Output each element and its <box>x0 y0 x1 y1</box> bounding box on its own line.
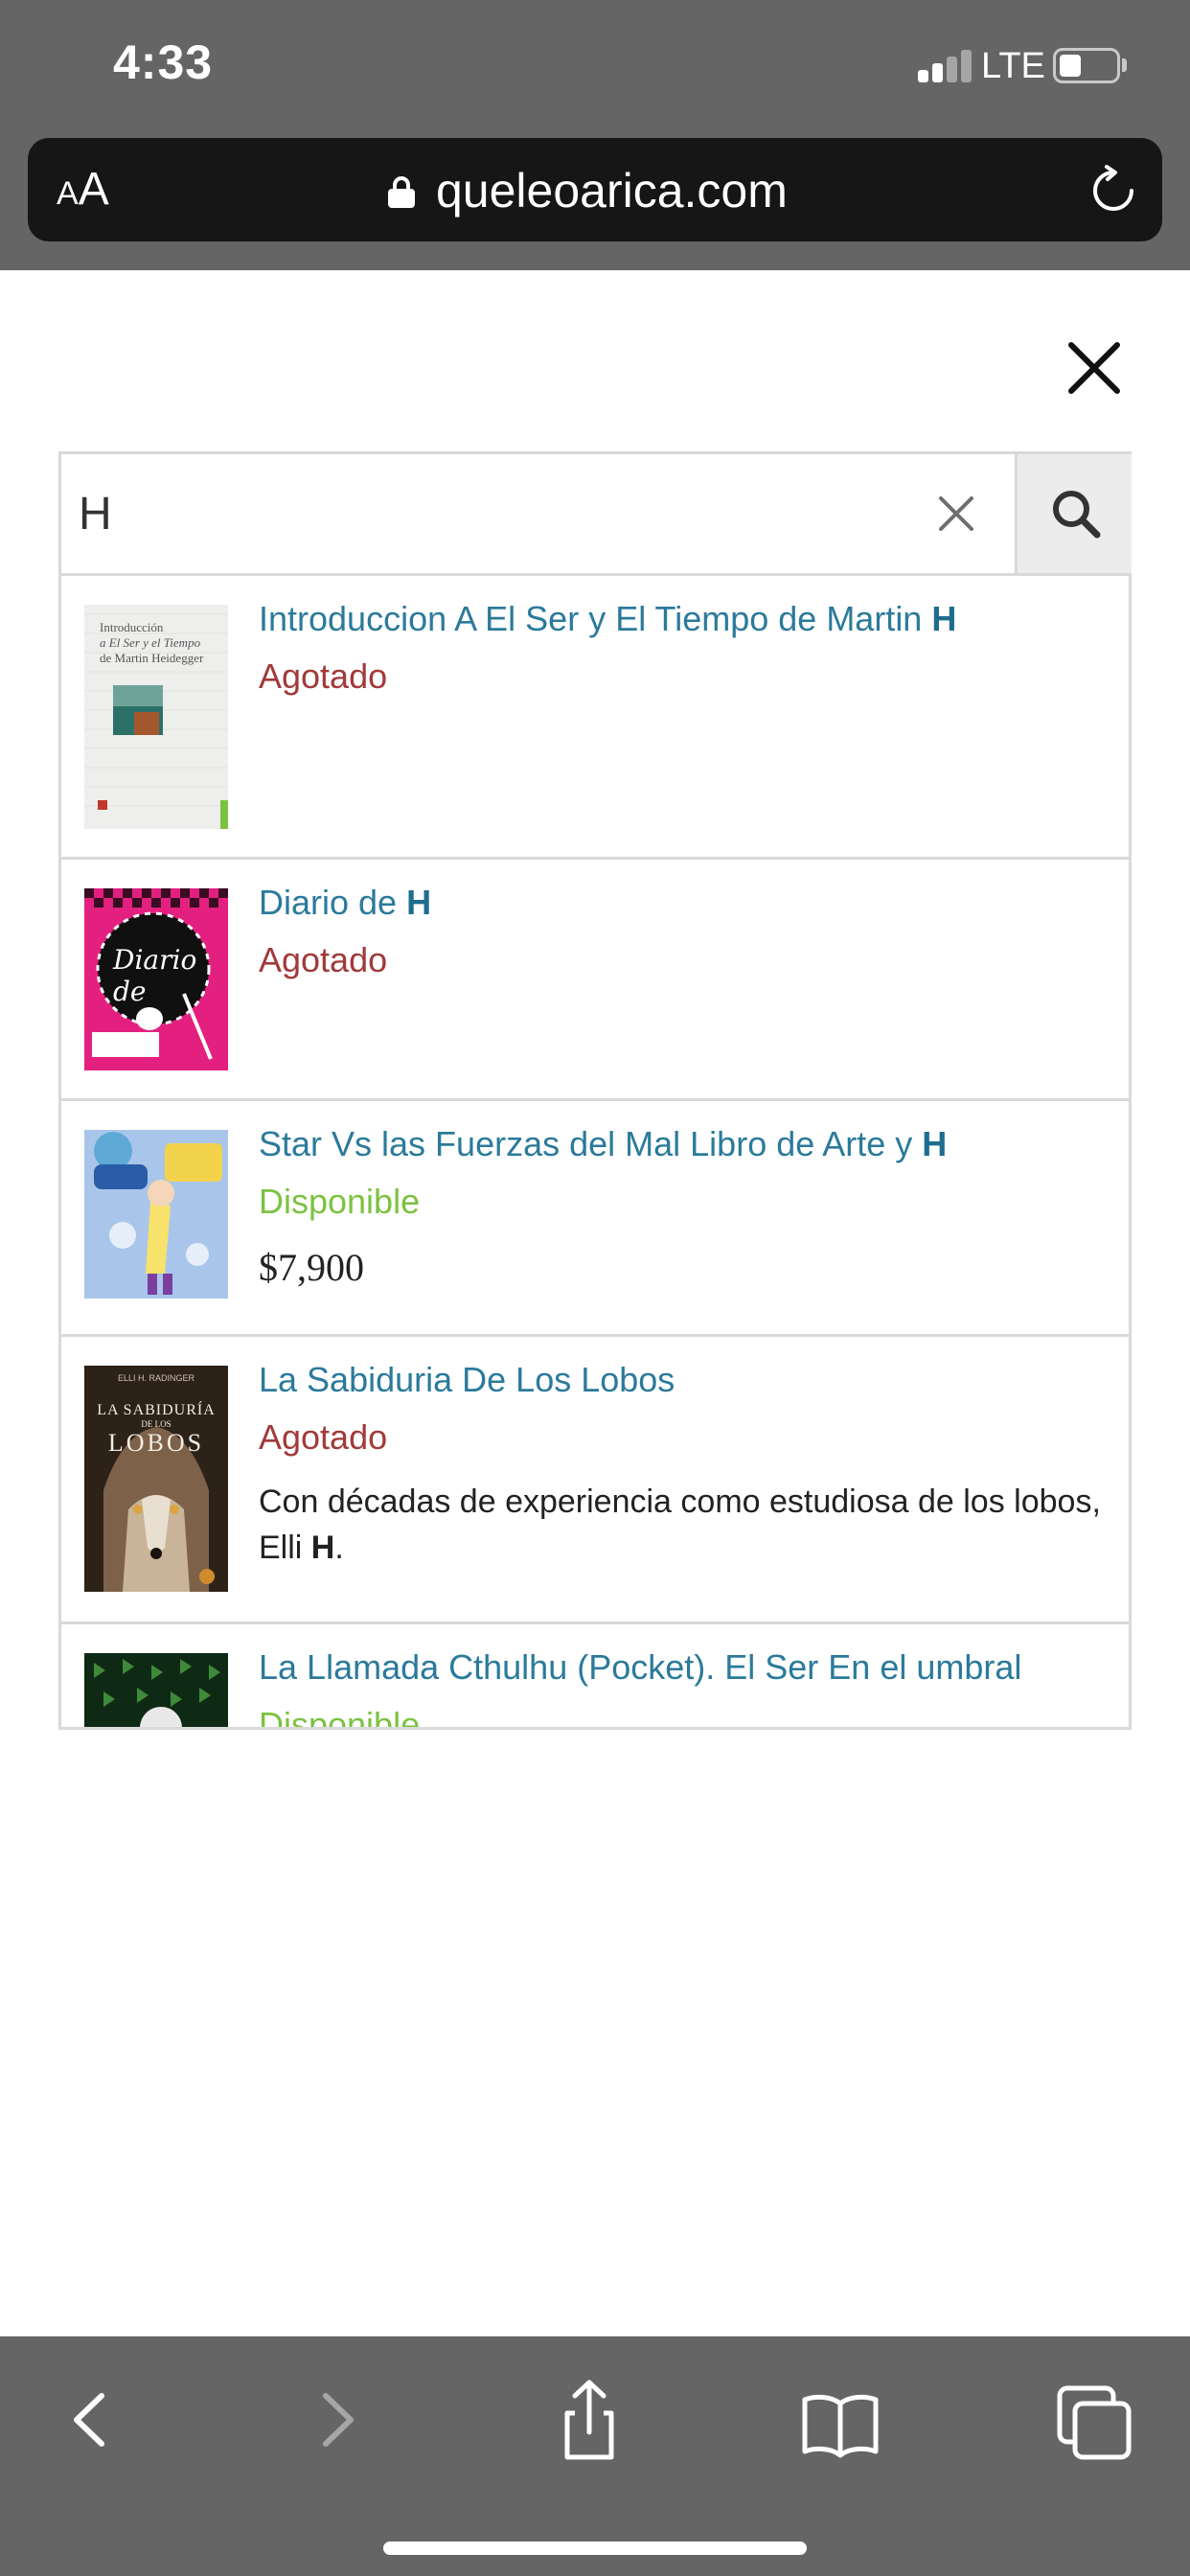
share-icon[interactable] <box>546 2377 632 2463</box>
stock-status: Disponible <box>259 1182 421 1221</box>
stock-status: Agotado <box>259 656 388 696</box>
bookmarks-icon[interactable] <box>797 2377 883 2463</box>
price: $7,900 <box>259 1246 364 1289</box>
result-title[interactable]: La Sabiduria De Los Lobos <box>259 1360 1111 1400</box>
match-highlight: H <box>931 599 957 638</box>
text-size-small: A <box>57 175 79 212</box>
book-cover <box>84 1130 228 1299</box>
address-bar[interactable]: AA queleoarica.com <box>28 138 1162 242</box>
cover-text: de Martin Heidegger <box>100 651 204 665</box>
book-cover: ELLI H. RADINGER LA SABIDURÍA DE LOS LOB… <box>84 1366 228 1592</box>
book-cover: Diario de <box>84 888 228 1070</box>
close-icon[interactable] <box>1065 339 1123 397</box>
book-cover: Introducción a El Ser y el Tiempo de Mar… <box>84 605 228 829</box>
result-title[interactable]: Introduccion A El Ser y El Tiempo de Mar… <box>259 599 1111 639</box>
back-icon[interactable] <box>48 2377 134 2463</box>
result-item[interactable]: La Llamada Cthulhu (Pocket). El Ser En e… <box>61 1624 1129 1730</box>
cover-text: DE LOS <box>141 1419 172 1429</box>
cover-text: Diario de <box>113 944 197 1007</box>
search-box <box>58 451 1132 576</box>
result-description: Con décadas de experiencia como estudios… <box>259 1484 1101 1566</box>
browser-toolbar <box>0 2336 1190 2576</box>
cover-author: ELLI H. RADINGER <box>117 1373 195 1383</box>
search-results: Introducción a El Ser y el Tiempo de Mar… <box>58 576 1132 1730</box>
text-size-button[interactable]: AA <box>57 163 109 216</box>
result-item[interactable]: Star Vs las Fuerzas del Mal Libro de Art… <box>61 1101 1129 1337</box>
signal-icon <box>918 50 972 82</box>
battery-cap <box>1122 58 1127 72</box>
forward-icon[interactable] <box>293 2377 379 2463</box>
url-domain[interactable]: queleoarica.com <box>436 163 788 218</box>
result-item[interactable]: Introducción a El Ser y el Tiempo de Mar… <box>61 576 1129 860</box>
reload-icon[interactable] <box>1087 165 1139 217</box>
text-size-big: A <box>78 164 109 215</box>
search-button[interactable] <box>1015 454 1132 573</box>
network-label: LTE <box>981 46 1045 86</box>
tabs-icon[interactable] <box>1050 2377 1136 2463</box>
result-title[interactable]: Star Vs las Fuerzas del Mal Libro de Art… <box>259 1124 1111 1164</box>
match-highlight: H <box>922 1124 948 1163</box>
cover-text: LOBOS <box>107 1429 205 1457</box>
battery-icon <box>1053 48 1120 83</box>
result-item[interactable]: ELLI H. RADINGER LA SABIDURÍA DE LOS LOB… <box>61 1337 1129 1624</box>
match-highlight: H <box>310 1530 335 1566</box>
clear-icon[interactable] <box>933 491 979 537</box>
home-indicator[interactable] <box>383 2542 807 2555</box>
status-time: 4:33 <box>113 35 214 89</box>
search-input[interactable] <box>79 454 922 573</box>
lock-icon <box>388 176 415 208</box>
cover-text: a El Ser y el Tiempo <box>100 635 201 650</box>
book-cover <box>84 1653 228 1727</box>
stock-status: Agotado <box>259 1417 388 1457</box>
cover-text: Introducción <box>100 620 164 634</box>
result-title[interactable]: La Llamada Cthulhu (Pocket). El Ser En e… <box>259 1647 1111 1688</box>
browser-chrome: 4:33 LTE AA queleoarica.com <box>0 0 1190 270</box>
match-highlight: H <box>406 883 432 922</box>
result-item[interactable]: Diario de Diario de H Agotado <box>61 860 1129 1101</box>
cover-text: LA SABIDURÍA <box>97 1402 216 1418</box>
result-title[interactable]: Diario de H <box>259 883 1111 923</box>
stock-status: Disponible <box>259 1705 421 1730</box>
stock-status: Agotado <box>259 940 388 979</box>
search-icon <box>1053 491 1101 539</box>
